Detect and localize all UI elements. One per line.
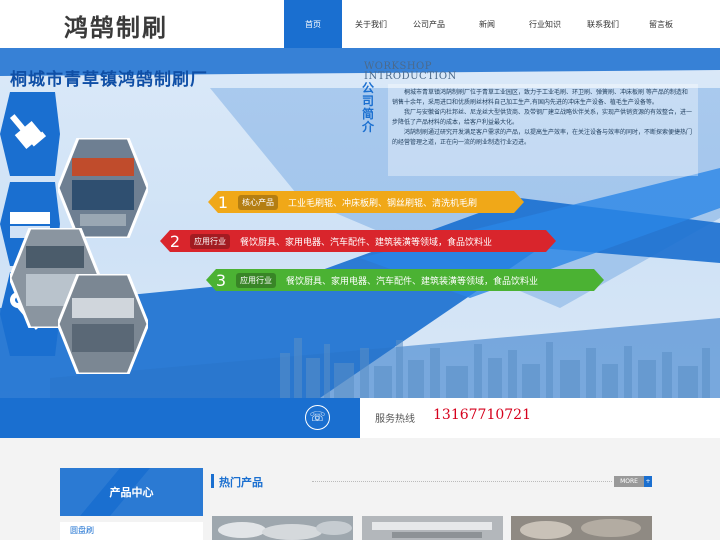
more-button[interactable]: MORE — [614, 476, 644, 487]
nav-item-guestbook[interactable]: 留言板 — [632, 0, 690, 48]
nav-item-news[interactable]: 新闻 — [458, 0, 516, 48]
hotline-label: 服务热线 — [375, 414, 415, 425]
bar-text: 餐饮厨具、家用电器、汽车配件、建筑装潢等领域，食品饮料业 — [240, 237, 493, 248]
bar-tag: 应用行业 — [190, 234, 230, 249]
intro-text: 桐城市青草镇鸿鹄制刷厂位于青草工业园区，致力于工业毛刷、环卫刷、弹簧刷、冲床板刷… — [392, 88, 692, 148]
hotline-number[interactable]: 13167710721 — [433, 407, 531, 423]
main-nav: 首页 关于我们 公司产品 新闻 行业知识 联系我们 留言板 — [284, 0, 690, 48]
nav-item-about[interactable]: 关于我们 — [342, 0, 400, 48]
product-center-header: 产品中心 — [60, 468, 203, 516]
phone-icon: ☏ — [305, 405, 330, 430]
bar-text: 工业毛刷辊、冲床板刷、钢丝刷辊、清洗机毛刷 — [288, 198, 478, 209]
feature-bar-1: 1 核心产品 工业毛刷辊、冲床板刷、钢丝刷辊、清洗机毛刷 — [208, 191, 524, 213]
company-name: 桐城市青草镇鸿鹄制刷厂 — [10, 70, 208, 90]
nav-item-industry[interactable]: 行业知识 — [516, 0, 574, 48]
nav-item-home[interactable]: 首页 — [284, 0, 342, 48]
intro-heading-en: WORKSHOP INTRODUCTION — [364, 61, 457, 82]
divider — [312, 481, 612, 483]
hero-banner: 桐城市青草镇鸿鹄制刷厂 WORKSHOP INTRODUCTION 公司简介 桐… — [0, 48, 720, 398]
hotline-blue-panel: ☏ — [0, 398, 360, 438]
product-thumbnail-3[interactable] — [511, 516, 652, 540]
hotline-strip: ☏ 服务热线 13167710721 — [0, 398, 720, 438]
product-thumbnail-2[interactable] — [362, 516, 503, 540]
factory-photo-1 — [58, 138, 148, 238]
feature-bar-3: 3 应用行业 餐饮厨具、家用电器、汽车配件、建筑装潢等领域，食品饮料业 — [206, 269, 604, 291]
factory-photo-3 — [58, 274, 148, 374]
product-center-title: 产品中心 — [109, 486, 154, 499]
intro-paragraph: 桐城市青草镇鸿鹄制刷厂位于青草工业园区，致力于工业毛刷、环卫刷、弹簧刷、冲床板刷… — [392, 89, 688, 106]
intro-paragraph: 鸿鹄制刷通过研究开发满足客户需求的产品，以提高生产效率，在关注设备与效率的同时，… — [392, 129, 693, 146]
intro-paragraph: 我厂与安徽省内杜邦丝、尼龙丝大型供货商、及带钢厂建立战略伙伴关系，实现产供销资源… — [392, 109, 693, 126]
category-item[interactable]: 圆盘刷 — [60, 522, 203, 540]
nav-item-contact[interactable]: 联系我们 — [574, 0, 632, 48]
nav-item-products[interactable]: 公司产品 — [400, 0, 458, 48]
site-logo[interactable]: 鸿鹄制刷 — [64, 8, 168, 43]
feature-bar-2: 2 应用行业 餐饮厨具、家用电器、汽车配件、建筑装潢等领域，食品饮料业 — [160, 230, 556, 252]
bar-text: 餐饮厨具、家用电器、汽车配件、建筑装潢等领域，食品饮料业 — [286, 276, 539, 287]
product-thumbnail-1[interactable] — [212, 516, 353, 540]
intro-heading-cn: 公司简介 — [362, 81, 375, 134]
hot-products-title: 热门产品 — [219, 476, 263, 489]
bar-tag: 核心产品 — [238, 195, 278, 210]
content-section: 产品中心 圆盘刷 热门产品 MORE + — [0, 438, 720, 540]
site-header: 鸿鹄制刷 首页 关于我们 公司产品 新闻 行业知识 联系我们 留言板 — [0, 0, 720, 48]
paint-brush-icon — [0, 92, 60, 176]
bar-tag: 应用行业 — [236, 273, 276, 288]
more-plus-icon[interactable]: + — [644, 476, 652, 487]
hot-title-marker — [211, 474, 214, 488]
